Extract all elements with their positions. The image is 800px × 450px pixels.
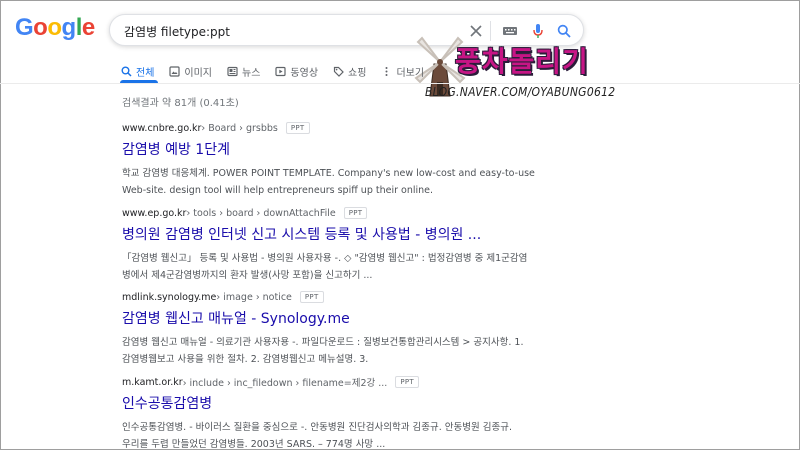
result-title-link[interactable]: 인수공통감염병 bbox=[122, 393, 562, 413]
result-title-link[interactable]: 감염병 예방 1단계 bbox=[122, 139, 562, 159]
filetype-badge: PPT bbox=[285, 122, 310, 134]
filetype-badge: PPT bbox=[395, 376, 419, 388]
snippet-line: 감염병웹보고 사용을 위한 절차. 2. 감염병웹신고 메뉴설명. 3. bbox=[122, 354, 369, 365]
tab-news[interactable]: 뉴스 bbox=[226, 60, 260, 82]
result-url[interactable]: m.kamt.or.kr › include › inc_filedown › … bbox=[122, 375, 562, 389]
filetype-badge: PPT bbox=[299, 291, 324, 303]
logo-letter: G bbox=[15, 14, 34, 41]
snippet-line: 우리를 두렵 만들었던 감염병들. 2003년 SARS. – 774명 사망 … bbox=[122, 439, 386, 450]
result-path: › Board › grsbbs bbox=[201, 122, 278, 134]
tab-shopping[interactable]: 쇼핑 bbox=[332, 60, 366, 82]
news-icon bbox=[226, 65, 238, 77]
search-result: www.cnbre.go.kr › Board › grsbbs PPT 감염병… bbox=[122, 121, 562, 199]
logo-letter: o bbox=[47, 14, 62, 41]
tab-images[interactable]: 이미지 bbox=[168, 60, 212, 82]
snippet-line: 병에서 제4군감염병까지의 환자 발생(사망 포함)을 신고하기 ... bbox=[122, 270, 373, 281]
search-result: mdlink.synology.me › image › notice PPT … bbox=[122, 290, 562, 368]
snippet-line: Web-site. design tool will help entrepre… bbox=[122, 185, 434, 196]
tabs-divider bbox=[0, 83, 800, 84]
result-snippet: 「감염병 웹신고」 등록 및 사용법 - 병의원 사용자용 -. ◇ "감염병 … bbox=[122, 250, 562, 284]
image-icon bbox=[168, 65, 180, 77]
snippet-line: 학교 감염병 대응체계. POWER POINT TEMPLATE. Compa… bbox=[122, 168, 535, 179]
tab-videos[interactable]: 동영상 bbox=[274, 60, 318, 82]
tag-icon bbox=[332, 65, 344, 77]
watermark-url: BLOG.NAVER.COM/OYABUNG0612 bbox=[425, 85, 616, 99]
result-path: › tools › board › downAttachFile bbox=[186, 207, 336, 219]
snippet-line: 인수공통감염병. - 바이러스 질환을 중심으로 -. 안동병원 진단검사의학과… bbox=[122, 422, 512, 433]
google-logo[interactable]: Google bbox=[15, 14, 95, 42]
result-title-link[interactable]: 감염병 웹신고 매뉴얼 - Synology.me bbox=[122, 308, 562, 328]
result-snippet: 감염병 웹신고 매뉴얼 - 의료기관 사용자용 -. 파일다운로드 : 질병보건… bbox=[122, 334, 562, 368]
result-title-link[interactable]: 병의원 감염병 인터넷 신고 시스템 등록 및 사용법 - 병의원 ... bbox=[122, 224, 562, 244]
result-url[interactable]: www.ep.go.kr › tools › board › downAttac… bbox=[122, 206, 562, 220]
search-divider bbox=[490, 21, 491, 41]
result-path: › image › notice bbox=[216, 291, 292, 303]
tab-label: 동영상 bbox=[290, 67, 319, 79]
result-path: › include › inc_filedown › filename=제2강 … bbox=[182, 378, 388, 389]
result-snippet: 학교 감염병 대응체계. POWER POINT TEMPLATE. Compa… bbox=[122, 165, 562, 199]
tab-label: 쇼핑 bbox=[348, 67, 367, 79]
logo-letter: o bbox=[33, 14, 48, 41]
filetype-badge: PPT bbox=[343, 207, 368, 219]
result-stats: 검색결과 약 81개 (0.41초) bbox=[122, 98, 239, 109]
tab-label: 뉴스 bbox=[242, 67, 261, 79]
tab-label: 이미지 bbox=[184, 67, 213, 79]
result-domain: m.kamt.or.kr bbox=[122, 376, 183, 388]
keyboard-icon[interactable] bbox=[500, 21, 520, 41]
tab-all[interactable]: 전체 bbox=[120, 60, 154, 82]
tab-label: 더보기 bbox=[396, 67, 425, 79]
search-icon[interactable] bbox=[554, 21, 574, 41]
logo-letter: e bbox=[81, 14, 95, 41]
search-result: m.kamt.or.kr › include › inc_filedown › … bbox=[122, 375, 562, 450]
tab-more[interactable]: 더보기 bbox=[380, 60, 424, 82]
result-snippet: 인수공통감염병. - 바이러스 질환을 중심으로 -. 안동병원 진단검사의학과… bbox=[122, 419, 562, 450]
watermark-title: 풍차돌리기 bbox=[455, 45, 589, 78]
more-vert-icon bbox=[380, 65, 392, 77]
search-input[interactable] bbox=[124, 21, 454, 41]
result-url[interactable]: mdlink.synology.me › image › notice PPT bbox=[122, 290, 562, 304]
tab-label: 전체 bbox=[136, 67, 155, 79]
snippet-line: 「감염병 웹신고」 등록 및 사용법 - 병의원 사용자용 -. ◇ "감염병 … bbox=[122, 253, 528, 264]
logo-letter: g bbox=[61, 14, 77, 41]
search-result: www.ep.go.kr › tools › board › downAttac… bbox=[122, 206, 562, 284]
result-url[interactable]: www.cnbre.go.kr › Board › grsbbs PPT bbox=[122, 121, 562, 135]
snippet-line: 감염병 웹신고 매뉴얼 - 의료기관 사용자용 -. 파일다운로드 : 질병보건… bbox=[122, 337, 524, 348]
search-tabs: 전체 이미지 뉴스 동영상 쇼핑 더보기 bbox=[120, 60, 438, 82]
search-icon bbox=[120, 65, 132, 77]
microphone-icon[interactable] bbox=[528, 21, 548, 41]
video-icon bbox=[274, 65, 286, 77]
result-domain: www.cnbre.go.kr bbox=[122, 122, 202, 134]
result-domain: mdlink.synology.me bbox=[122, 291, 217, 303]
result-domain: www.ep.go.kr bbox=[122, 207, 187, 219]
